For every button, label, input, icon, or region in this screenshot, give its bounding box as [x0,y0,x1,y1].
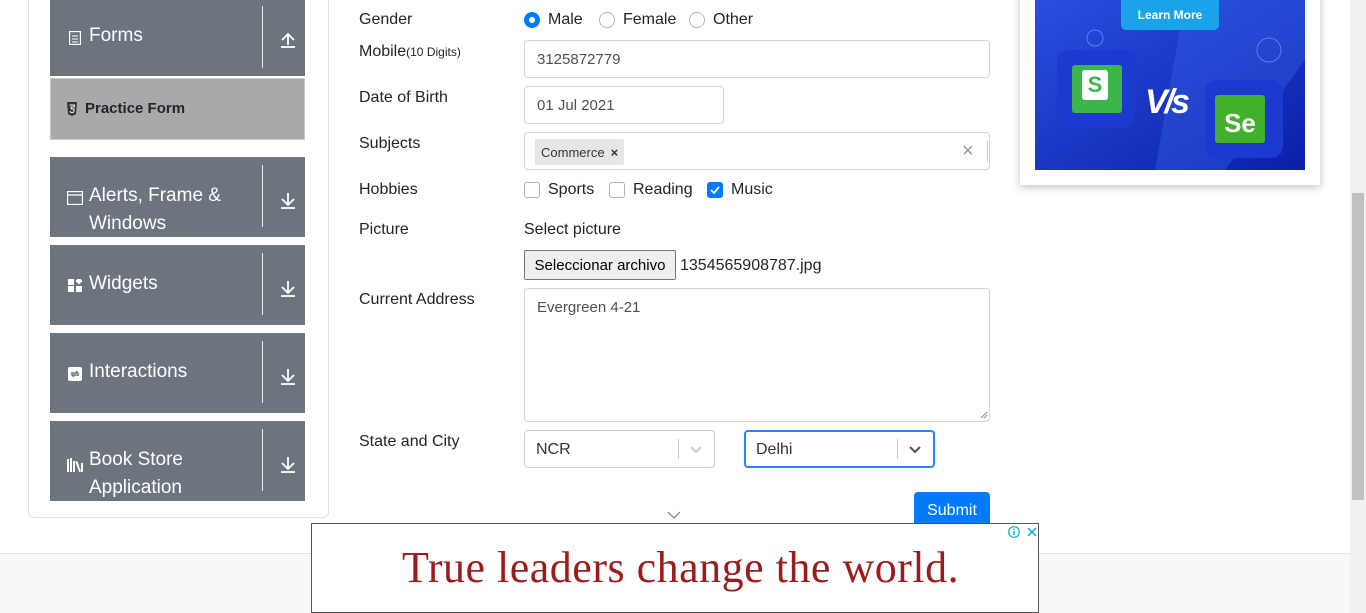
hobby-music-checkbox[interactable]: Music [707,181,773,199]
divider [262,165,263,227]
checkbox-label: Sports [548,181,595,198]
sidebar-item-label: Practice Form [85,100,186,117]
divider [262,6,263,68]
address-value: Evergreen 4-21 [537,299,641,316]
picture-prompt: Select picture [524,221,621,238]
divider [678,439,679,459]
download-arrow-icon[interactable] [279,455,297,473]
sidebar-group-label: Alerts, Frame & Windows [89,185,221,234]
checkbox-unchecked[interactable] [609,182,625,198]
gender-male-radio[interactable]: Male [524,11,583,29]
download-arrow-icon[interactable] [279,367,297,385]
sidebar-group-interactions[interactable]: Interactions [50,333,305,413]
hobbies-label: Hobbies [359,181,418,198]
document-icon [67,30,83,46]
katalon-logo: S [1072,65,1122,113]
gender-label: Gender [359,11,413,28]
sidebar-group-alerts[interactable]: Alerts, Frame & Windows [50,157,305,237]
subject-chip-label: Commerce [541,144,605,160]
ad-choices[interactable] [1007,525,1039,539]
download-arrow-icon[interactable] [279,191,297,209]
city-value: Delhi [756,441,793,458]
sidebar-group-label: Widgets [89,273,158,294]
checkmark-icon [710,186,720,194]
selenium-logo: Se [1215,95,1265,143]
radio-label: Other [713,11,754,28]
state-value: NCR [536,441,571,458]
dob-label: Date of Birth [359,89,448,106]
chevron-down-icon [909,446,921,454]
ad-tagline: True leaders change the world. [402,543,960,592]
radio-checked[interactable] [524,12,540,28]
hobby-sports-checkbox[interactable]: Sports [524,181,594,199]
sidebar-item-practice-form[interactable]: Practice Form [50,78,305,140]
widgets-icon [67,278,83,294]
address-textarea[interactable]: Evergreen 4-21 [524,288,990,422]
chip-remove-icon[interactable]: × [605,145,625,160]
file-name: 1354565908787.jpg [680,257,822,274]
logo-letter: S [1082,70,1108,100]
scrollbar-thumb[interactable] [1352,193,1364,500]
gender-female-radio[interactable]: Female [599,11,676,29]
books-icon [67,457,85,473]
download-arrow-icon[interactable] [279,279,297,297]
subject-chip: Commerce × [535,139,625,165]
state-select[interactable]: NCR [524,430,715,468]
divider [897,439,898,459]
dob-input[interactable]: 01 Jul 2021 [524,86,724,124]
mobile-label: Mobile(10 Digits) [359,43,461,61]
hobby-reading-checkbox[interactable]: Reading [609,181,693,199]
mobile-value: 3125872779 [537,50,621,68]
sidebar-group-widgets[interactable]: Widgets [50,245,305,325]
subjects-label: Subjects [359,135,421,152]
radio-unchecked[interactable] [599,12,615,28]
radio-label: Male [548,11,583,28]
info-icon[interactable] [1007,525,1021,539]
city-select[interactable]: Delhi [744,430,935,468]
checkbox-label: Reading [633,181,693,198]
checkbox-unchecked[interactable] [524,182,540,198]
page: Forms Practice Form Alerts, Frame & Wind… [0,0,1366,613]
sidebar-group-label: Book Store Application [89,449,183,498]
html5-icon [66,102,78,121]
sidebar-group-label: Forms [89,25,143,46]
choose-file-button[interactable]: Seleccionar archivo [524,250,676,280]
radio-label: Female [623,11,677,28]
resize-handle-icon[interactable] [980,411,988,419]
chevron-down-icon [690,446,702,454]
bottom-ad[interactable]: True leaders change the world. [311,523,1039,613]
divider [262,341,263,403]
learn-more-button[interactable]: Learn More [1121,0,1219,30]
clear-icon[interactable]: × [962,140,974,163]
window-icon [67,190,83,206]
close-icon[interactable] [1025,525,1039,539]
address-label: Current Address [359,291,475,308]
checkbox-checked[interactable] [707,182,723,198]
sidebar-group-label: Interactions [89,361,188,382]
divider [262,429,263,491]
interactions-icon [67,366,83,382]
chevron-down-icon [667,511,681,519]
divider [987,140,988,162]
checkbox-label: Music [731,181,773,198]
logo-letter: Se [1224,108,1256,138]
gender-other-radio[interactable]: Other [689,11,753,29]
mobile-label-text: Mobile [359,43,407,60]
radio-unchecked[interactable] [689,12,705,28]
vs-text: V/s [1145,83,1190,121]
sidebar-group-book-store[interactable]: Book Store Application [50,421,305,501]
sidebar-group-forms[interactable]: Forms [50,0,305,76]
divider [262,253,263,315]
state-city-label: State and City [359,433,460,450]
dob-value: 01 Jul 2021 [537,96,615,114]
mobile-input[interactable]: 3125872779 [524,40,990,78]
picture-label: Picture [359,221,409,238]
chevron-up-icon[interactable] [279,31,297,49]
mobile-hint: (10 Digits) [406,45,461,59]
